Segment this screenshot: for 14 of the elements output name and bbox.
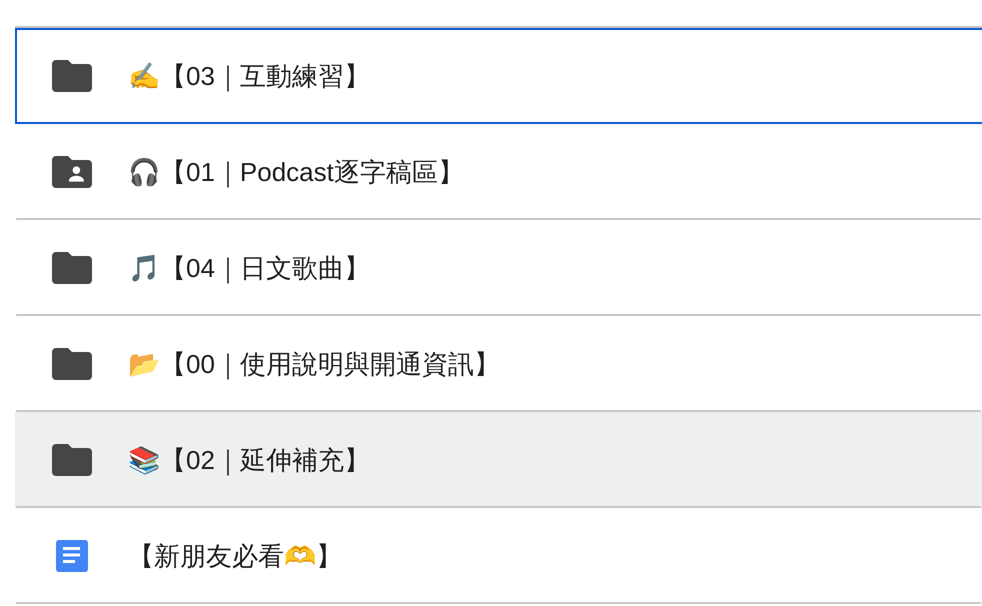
file-name: 📂【00｜使用說明與開通資訊】: [128, 348, 500, 381]
shared-folder-icon: [52, 156, 92, 188]
file-row[interactable]: ✍【03｜互動練習】: [15, 28, 982, 124]
folder-icon: [52, 444, 92, 476]
file-name: 【新朋友必看🫶】: [128, 540, 342, 573]
folder-icon: [52, 60, 92, 92]
document-icon: [56, 540, 88, 572]
file-name: 🎵【04｜日文歌曲】: [128, 252, 370, 285]
folder-icon: [52, 252, 92, 284]
file-name: ✍【03｜互動練習】: [128, 60, 370, 93]
folder-icon: [52, 348, 92, 380]
file-name: 🎧【01｜Podcast逐字稿區】: [128, 156, 464, 189]
file-name: 📚【02｜延伸補充】: [128, 444, 370, 477]
file-row[interactable]: 📚【02｜延伸補充】: [15, 412, 982, 508]
